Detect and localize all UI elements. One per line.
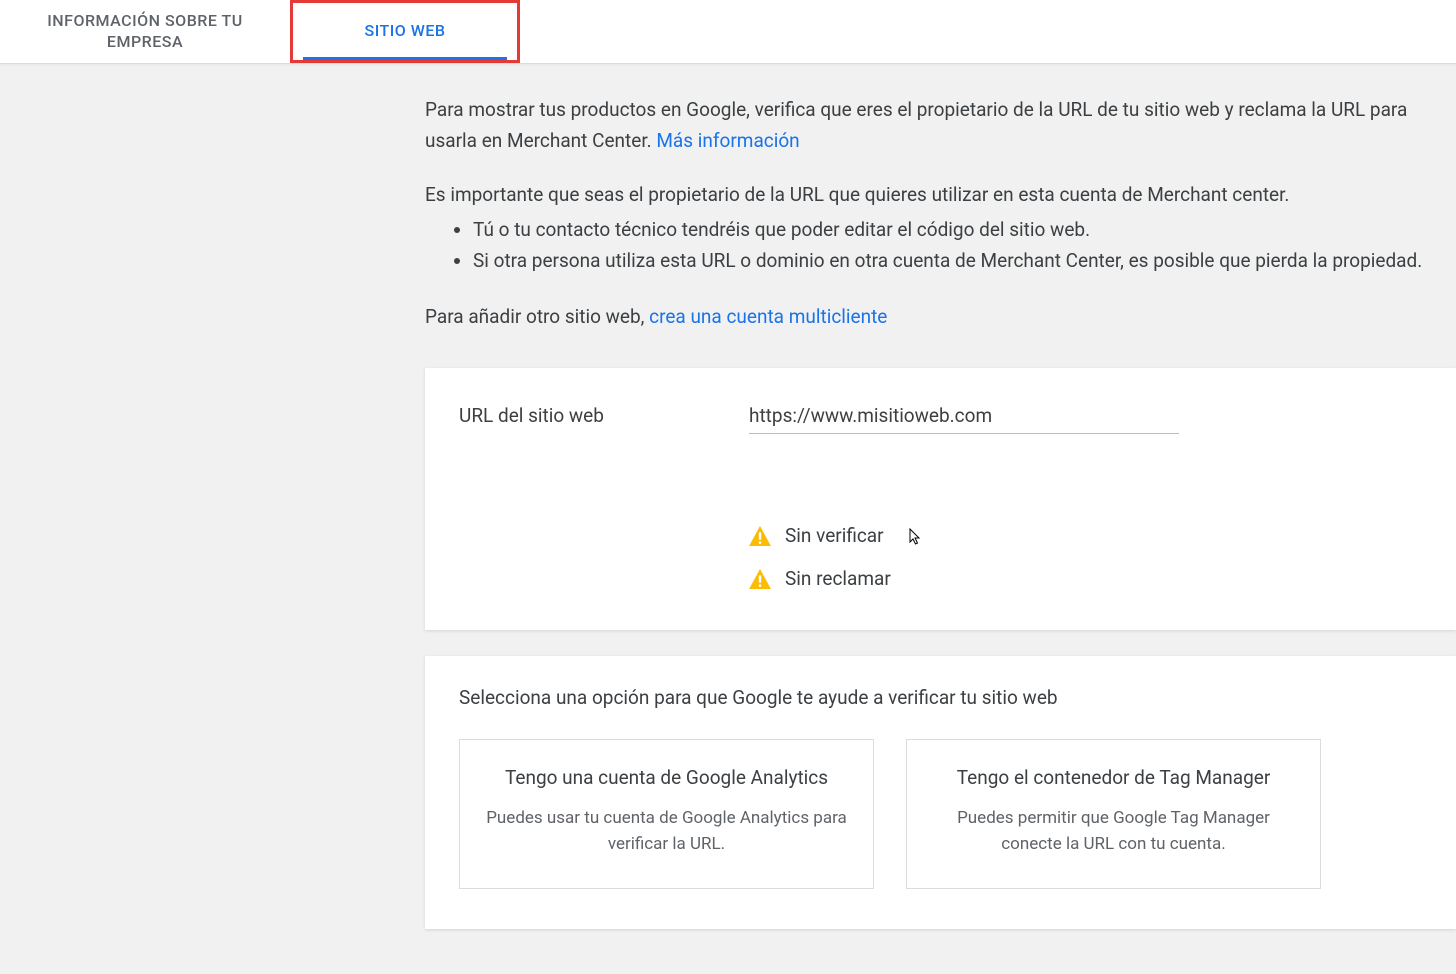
intro-paragraph-2: Es importante que seas el propietario de… — [425, 179, 1456, 210]
url-label: URL del sitio web — [459, 398, 749, 427]
requirement-item-2: Si otra persona utiliza esta URL o domin… — [473, 245, 1456, 276]
option-tag-manager[interactable]: Tengo el contenedor de Tag Manager Puede… — [906, 739, 1321, 889]
url-input-wrap — [749, 398, 1179, 434]
website-url-input[interactable] — [749, 398, 1179, 434]
main-content: Para mostrar tus productos en Google, ve… — [0, 64, 1456, 929]
cursor-icon — [909, 528, 923, 550]
url-card: URL del sitio web Sin verificar Sin recl… — [425, 368, 1456, 630]
intro-paragraph-1: Para mostrar tus productos en Google, ve… — [425, 94, 1456, 157]
status-unclaimed-text: Sin reclamar — [785, 567, 891, 590]
requirement-item-1: Tú o tu contacto técnico tendréis que po… — [473, 214, 1456, 245]
option-ga-desc: Puedes usar tu cuenta de Google Analytic… — [484, 805, 849, 858]
verify-title: Selecciona una opción para que Google te… — [459, 686, 1422, 709]
status-unverified-text: Sin verificar — [785, 524, 884, 547]
option-google-analytics[interactable]: Tengo una cuenta de Google Analytics Pue… — [459, 739, 874, 889]
tab-business-info[interactable]: INFORMACIÓN SOBRE TU EMPRESA — [0, 0, 290, 63]
warning-icon — [749, 569, 771, 589]
tab-website[interactable]: SITIO WEB — [290, 0, 520, 63]
status-unclaimed-row: Sin reclamar — [749, 567, 1422, 590]
url-row: URL del sitio web — [459, 398, 1422, 434]
status-unverified-row: Sin verificar — [749, 524, 1422, 547]
multiaccount-link[interactable]: crea una cuenta multicliente — [649, 305, 887, 328]
option-ga-title: Tengo una cuenta de Google Analytics — [484, 766, 849, 789]
warning-icon — [749, 526, 771, 546]
add-site-text: Para añadir otro sitio web, — [425, 305, 649, 328]
option-tm-desc: Puedes permitir que Google Tag Manager c… — [931, 805, 1296, 858]
intro-text-1: Para mostrar tus productos en Google, ve… — [425, 98, 1407, 152]
more-info-link[interactable]: Más información — [656, 129, 799, 152]
tabs-bar: INFORMACIÓN SOBRE TU EMPRESA SITIO WEB — [0, 0, 1456, 64]
add-site-paragraph: Para añadir otro sitio web, crea una cue… — [425, 301, 1456, 332]
status-block: Sin verificar Sin reclamar — [749, 524, 1422, 590]
option-tm-title: Tengo el contenedor de Tag Manager — [931, 766, 1296, 789]
verify-card: Selecciona una opción para que Google te… — [425, 656, 1456, 929]
requirements-list: Tú o tu contacto técnico tendréis que po… — [425, 214, 1456, 277]
verify-options-row: Tengo una cuenta de Google Analytics Pue… — [459, 739, 1422, 889]
